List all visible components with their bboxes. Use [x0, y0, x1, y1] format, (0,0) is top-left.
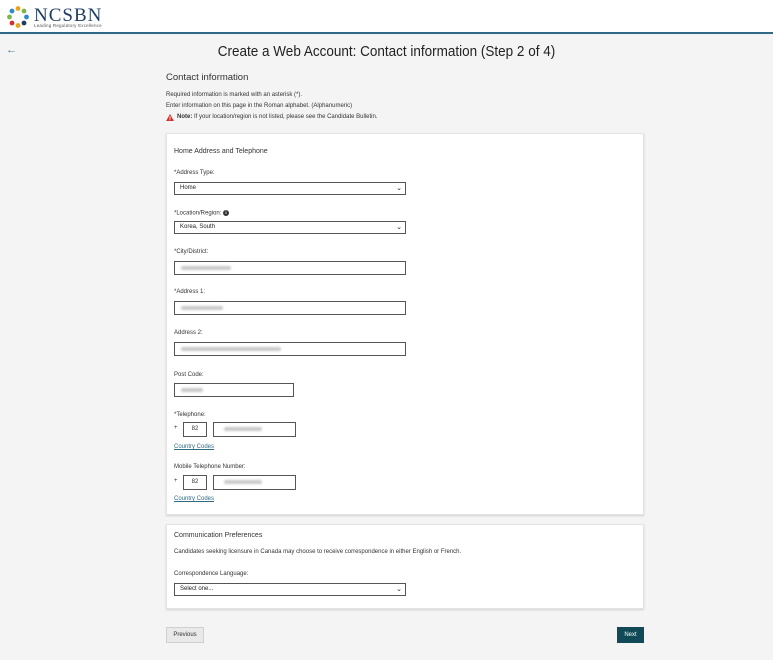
correspondence-language-select[interactable]: Select one... ⌄	[174, 583, 406, 596]
chevron-down-icon: ⌄	[396, 586, 402, 593]
main-area: ← Create a Web Account: Contact informat…	[0, 36, 773, 660]
home-address-title: Home Address and Telephone	[174, 148, 268, 155]
back-arrow-icon[interactable]: ←	[6, 44, 17, 56]
city-input[interactable]	[174, 261, 406, 275]
telephone-country-codes-link[interactable]: Country Codes	[174, 444, 214, 450]
address-type-select[interactable]: Home ⌄	[174, 182, 406, 195]
contact-info-heading: Contact information	[166, 72, 249, 83]
telephone-number-input[interactable]	[213, 422, 296, 437]
address-type-value: Home	[180, 185, 197, 191]
required-info-text: Required information is marked with an a…	[166, 92, 303, 98]
address2-label: Address 2:	[174, 330, 203, 336]
postcode-label: Post Code:	[174, 372, 204, 378]
top-bar: NCSBN Leading Regulatory Excellence	[0, 0, 773, 34]
page-title: Create a Web Account: Contact informatio…	[217, 43, 556, 60]
location-label: *Location/Region: i	[174, 210, 230, 217]
city-label: *City/District:	[174, 249, 209, 255]
roman-alphabet-text: Enter information on this page in the Ro…	[166, 103, 353, 109]
note-text: If your location/region is not listed, p…	[192, 114, 378, 120]
communication-preferences-card: Communication Preferences Candidates see…	[166, 524, 644, 609]
mobile-label: Mobile Telephone Number:	[174, 464, 246, 470]
mobile-country-code-input[interactable]: 82	[183, 475, 207, 490]
mobile-country-codes-link[interactable]: Country Codes	[174, 496, 214, 502]
mobile-number-input[interactable]	[213, 475, 296, 490]
location-note: Note: If your location/region is not lis…	[166, 112, 644, 123]
telephone-country-code-input[interactable]: 82	[183, 422, 207, 437]
postcode-input[interactable]	[174, 383, 294, 397]
address1-input[interactable]	[174, 301, 406, 315]
address1-label: *Address 1:	[174, 289, 206, 295]
info-icon[interactable]: i	[223, 210, 230, 216]
telephone-plus: +	[174, 425, 178, 431]
communication-preferences-title: Communication Preferences	[174, 532, 263, 539]
address-type-label: *Address Type:	[174, 170, 215, 176]
brand-name: NCSBN	[34, 4, 103, 26]
address2-input[interactable]	[174, 342, 406, 356]
chevron-down-icon: ⌄	[396, 224, 402, 231]
warning-icon	[166, 114, 174, 121]
intro-section: Contact information Required information…	[166, 72, 644, 123]
communication-description: Candidates seeking licensure in Canada m…	[174, 549, 462, 555]
home-address-card: Home Address and Telephone *Address Type…	[166, 133, 644, 515]
correspondence-language-value: Select one...	[180, 586, 214, 592]
previous-button[interactable]: Previous	[166, 627, 204, 643]
telephone-label: *Telephone:	[174, 412, 206, 418]
logo-mark-icon	[6, 5, 30, 29]
note-label: Note:	[177, 114, 193, 120]
next-button[interactable]: Next	[617, 627, 644, 643]
mobile-plus: +	[174, 478, 178, 484]
brand-tagline: Leading Regulatory Excellence	[34, 22, 102, 28]
ncsbn-logo[interactable]: NCSBN Leading Regulatory Excellence	[6, 5, 102, 29]
correspondence-language-label: Correspondence Language:	[174, 571, 249, 577]
location-value: Korea, South	[180, 224, 216, 230]
location-select[interactable]: Korea, South ⌄	[174, 221, 406, 234]
chevron-down-icon: ⌄	[396, 185, 402, 192]
